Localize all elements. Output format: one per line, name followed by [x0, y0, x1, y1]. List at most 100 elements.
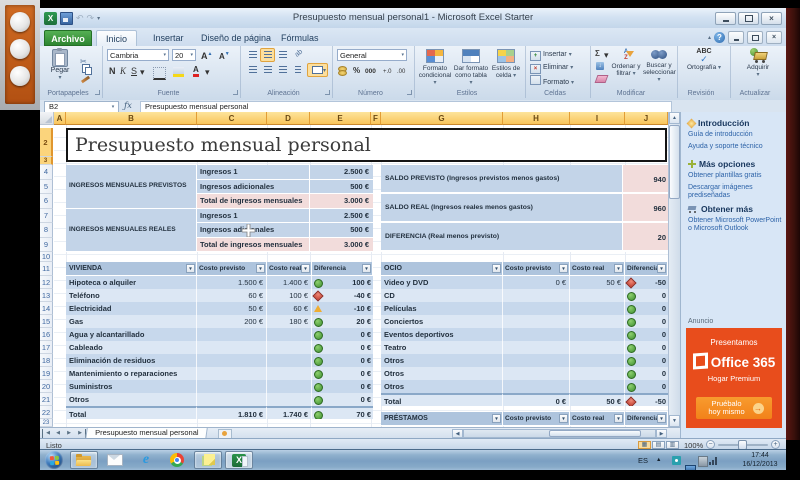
budget-row-diferencia[interactable]: 0 € — [312, 367, 373, 380]
align-left-icon[interactable] — [245, 63, 260, 77]
budget-row-real[interactable] — [570, 341, 625, 354]
autosum-icon[interactable]: Σ — [595, 48, 600, 60]
budget-row-real[interactable] — [570, 380, 625, 393]
italic-button[interactable]: K — [120, 65, 126, 77]
align-top-icon[interactable] — [245, 48, 260, 62]
format-painter-icon[interactable] — [81, 76, 90, 84]
row-header-12[interactable]: 12 — [40, 276, 53, 289]
budget-row-name[interactable]: Agua y alcantarillado — [66, 328, 197, 341]
tab-archivo[interactable]: Archivo — [44, 30, 92, 46]
budget-row-diferencia[interactable]: -50 — [625, 276, 668, 289]
budget-row-diferencia[interactable]: 0 € — [312, 393, 373, 406]
budget-row-diferencia[interactable]: -40 € — [312, 289, 373, 302]
copy-icon[interactable] — [82, 64, 90, 73]
shrink-font-icon[interactable]: A▼ — [219, 48, 230, 63]
tab-diseno[interactable]: Diseño de página — [192, 30, 280, 46]
tray-action-center-icon[interactable] — [698, 456, 708, 467]
budget-row-name[interactable]: Conciertos — [381, 315, 503, 328]
budget-row-name[interactable]: Otros — [381, 367, 503, 380]
summary-value-cell[interactable]: 20 — [623, 223, 668, 252]
budget-row-name[interactable]: Mantenimiento o reparaciones — [66, 367, 197, 380]
budget-row-diferencia[interactable]: 0 — [625, 315, 668, 328]
row-header-6[interactable]: 6 — [40, 194, 53, 209]
budget-row-real[interactable] — [267, 341, 312, 354]
budget-row-real[interactable] — [570, 302, 625, 315]
row-header-5[interactable]: 5 — [40, 180, 53, 195]
page-break-view-icon[interactable]: ▥ — [666, 441, 679, 449]
budget-row-diferencia[interactable]: 0 — [625, 302, 668, 315]
income-value-cell[interactable]: 2.500 € — [310, 165, 373, 180]
last-sheet-icon[interactable]: ▶ — [75, 429, 86, 438]
borders-icon[interactable] — [153, 67, 166, 80]
row-header-18[interactable]: 18 — [40, 354, 53, 367]
filter-icon[interactable]: ▾ — [657, 414, 666, 423]
first-sheet-icon[interactable]: ◀ — [42, 429, 53, 438]
row-header-17[interactable]: 17 — [40, 341, 53, 354]
income-value-cell[interactable]: 3.000 € — [310, 238, 373, 253]
underline-caret-icon[interactable]: ▾ — [140, 66, 145, 78]
filter-icon[interactable]: ▾ — [657, 264, 666, 273]
conditional-formatting-button[interactable]: Formato condicional ▾ — [417, 48, 453, 87]
budget-row-real[interactable] — [267, 354, 312, 367]
income-label-cell[interactable]: Ingresos 1 — [197, 209, 310, 224]
budget-row-previsto[interactable] — [503, 354, 570, 367]
dialog-launcher-icon[interactable] — [233, 90, 238, 95]
budget-row-diferencia[interactable]: -10 € — [312, 302, 373, 315]
budget-row-name[interactable]: Total — [381, 393, 503, 406]
budget-row-real[interactable]: 50 € — [570, 393, 625, 406]
zoom-out-icon[interactable]: − — [706, 440, 715, 449]
row-header-8[interactable]: 8 — [40, 223, 53, 238]
scroll-down-icon[interactable]: ▼ — [669, 415, 680, 427]
row-header-2[interactable]: 2 — [40, 128, 53, 157]
budget-row-real[interactable]: 180 € — [267, 315, 312, 328]
budget-row-real[interactable]: 1.740 € — [267, 406, 312, 419]
budget-row-real[interactable] — [267, 328, 312, 341]
budget-row-name[interactable]: Electricidad — [66, 302, 197, 315]
budget-row-real[interactable] — [570, 367, 625, 380]
taskbar-clock[interactable]: 17:44 16/12/2013 — [737, 452, 783, 469]
spreadsheet-grid[interactable]: ABCDEFGHIJ 23456789101112131415161718192… — [40, 112, 668, 427]
budget-row-previsto[interactable]: 60 € — [197, 289, 267, 302]
table-header-prestamos[interactable]: PRÉSTAMOS▾ — [381, 412, 503, 426]
filter-icon[interactable]: ▾ — [256, 264, 265, 273]
summary-label-cell[interactable]: SALDO PREVISTO (Ingresos previstos menos… — [381, 165, 623, 194]
format-cells-button[interactable]: Formato ▾ — [530, 75, 574, 87]
filter-icon[interactable]: ▾ — [614, 414, 623, 423]
scroll-right-icon[interactable]: ▶ — [656, 429, 667, 438]
budget-row-diferencia[interactable]: -50 — [625, 393, 668, 406]
budget-row-diferencia[interactable]: 0 € — [312, 341, 373, 354]
clear-icon[interactable] — [595, 75, 609, 83]
income-group-name[interactable]: INGRESOS MENSUALES PREVISTOS — [66, 165, 197, 209]
column-header-B[interactable]: B — [66, 112, 197, 125]
column-header-C[interactable]: C — [197, 112, 267, 125]
column-header-H[interactable]: H — [503, 112, 570, 125]
fill-icon[interactable]: ↓ — [596, 62, 604, 70]
tab-formulas[interactable]: Fórmulas — [272, 30, 328, 46]
cell-styles-button[interactable]: Estilos de celda ▾ — [489, 48, 523, 80]
filter-icon[interactable]: ▾ — [492, 264, 501, 273]
budget-row-diferencia[interactable]: 70 € — [312, 406, 373, 419]
budget-row-name[interactable]: Otros — [66, 393, 197, 406]
row-header-13[interactable]: 13 — [40, 289, 53, 302]
column-header-E[interactable]: E — [310, 112, 371, 125]
font-color-icon[interactable]: A — [193, 65, 199, 77]
row-header-23[interactable]: 23 — [40, 419, 53, 427]
taskbar-excel-button[interactable]: X — [225, 451, 253, 469]
fx-icon[interactable]: ƒx — [124, 101, 132, 111]
budget-row-previsto[interactable] — [503, 380, 570, 393]
column-header-I[interactable]: I — [570, 112, 625, 125]
budget-row-diferencia[interactable]: 0 — [625, 354, 668, 367]
decrease-decimal-icon[interactable]: .00 — [397, 66, 405, 78]
budget-row-name[interactable]: Total — [66, 406, 197, 419]
row-header-15[interactable]: 15 — [40, 315, 53, 328]
tab-insertar[interactable]: Insertar — [144, 30, 193, 46]
summary-value-cell[interactable]: 940 — [623, 165, 668, 194]
summary-label-cell[interactable]: SALDO REAL (Ingresos reales menos gastos… — [381, 194, 623, 223]
autosum-caret-icon[interactable]: ▾ — [604, 49, 609, 61]
row-header-16[interactable]: 16 — [40, 328, 53, 341]
budget-row-previsto[interactable]: 200 € — [197, 315, 267, 328]
currency-icon[interactable] — [338, 66, 347, 76]
minimize-ribbon-icon[interactable]: ▴ — [708, 34, 711, 41]
column-header-D[interactable]: D — [267, 112, 310, 125]
ad-cta-button[interactable]: Pruébalo hoy mismo → — [696, 397, 772, 419]
